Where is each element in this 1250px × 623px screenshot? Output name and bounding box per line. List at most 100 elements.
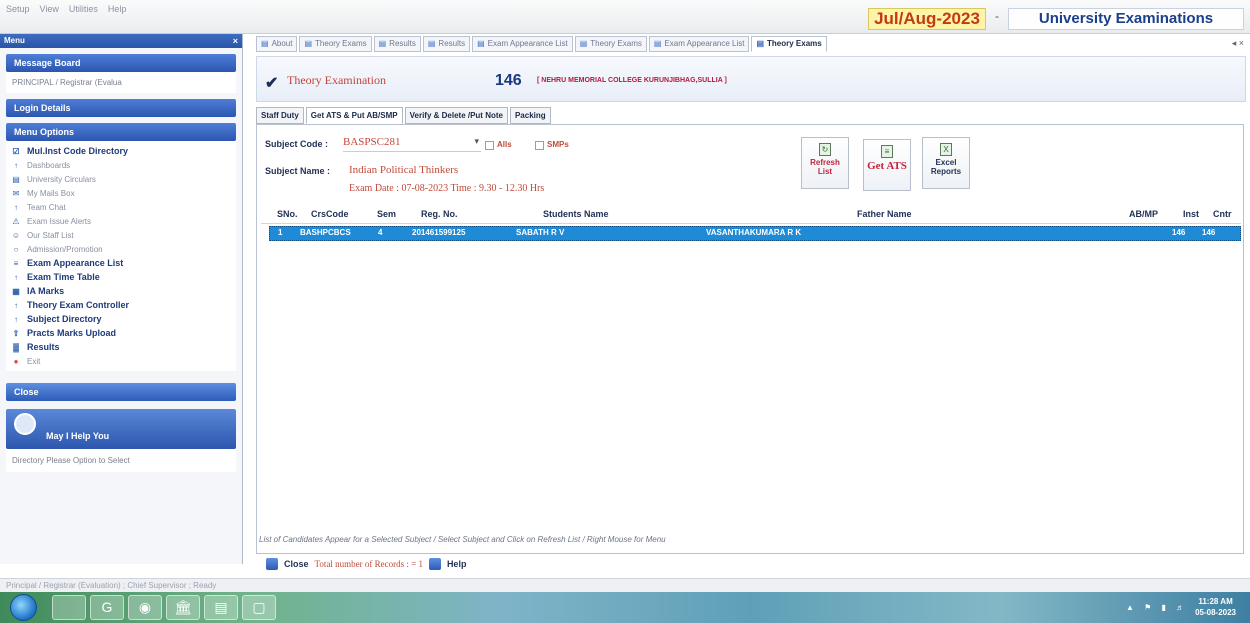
menu-option-item[interactable]: ↑ Exam Time Table (10, 270, 232, 284)
candidates-grid[interactable] (261, 223, 1241, 529)
table-cell: 201461599125 (412, 228, 466, 237)
tab-doc[interactable]: ▤ About (256, 36, 298, 52)
tab-doc[interactable]: ▤ Results (373, 36, 421, 52)
tab-doc[interactable]: ▤ Theory Exams (299, 36, 372, 52)
column-header[interactable]: Sem (377, 209, 396, 219)
menu-option-item[interactable]: ↑ Theory Exam Controller (10, 298, 232, 312)
column-header[interactable]: AB/MP (1129, 209, 1158, 219)
menu-option-label: Theory Exam Controller (27, 300, 130, 310)
refresh-list-button[interactable]: ↻ Refresh List (801, 137, 849, 189)
tab-form-icon: ▤ (261, 39, 269, 48)
menu-option-label: Dashboards (27, 160, 71, 170)
title-bar: Setup View Utilities Help Jul/Aug-2023 -… (0, 0, 1250, 34)
chart-icon: ▓ (13, 342, 19, 352)
tab-doc[interactable]: ▤ Exam Appearance List (648, 36, 750, 52)
column-header[interactable]: SNo. (277, 209, 298, 219)
help-banner[interactable]: May I Help You (6, 409, 236, 449)
menu-options-header[interactable]: Menu Options (6, 123, 236, 141)
tab-sub[interactable]: Staff Duty (256, 107, 304, 124)
excel-icon: X (940, 143, 952, 156)
menu-option-item[interactable]: ▓ Results (10, 340, 232, 354)
menu-option-label: Admission/Promotion (27, 244, 103, 254)
login-details-header[interactable]: Login Details (6, 99, 236, 117)
menu-option-item[interactable]: ⇧ Practs Marks Upload (10, 326, 232, 340)
menu-help[interactable]: Help (108, 4, 127, 14)
tray-icons[interactable]: ▲ ⚑ ▮ ♬ (1126, 603, 1188, 612)
tab-doc[interactable]: ▤ Results (422, 36, 471, 52)
menu-option-label: Exit (27, 356, 41, 366)
menu-option-item[interactable]: ▤ University Circulars (10, 172, 232, 186)
tab-form-icon: ▤ (378, 39, 387, 48)
menu-option-item[interactable]: ✉ My Mails Box (10, 186, 232, 200)
menu-utilities[interactable]: Utilities (69, 4, 98, 14)
document-icon: ≡ (881, 145, 893, 158)
menu-option-label: University Circulars (27, 174, 96, 184)
tab-label: Exam Appearance List (664, 39, 745, 48)
get-ats-button[interactable]: ≡ Get ATS (863, 139, 911, 191)
taskbar-app-icon[interactable]: ▤ (204, 595, 238, 620)
tab-form-icon: ▤ (477, 39, 485, 48)
menu-view[interactable]: View (40, 4, 59, 14)
tab-form-icon: ▤ (653, 39, 662, 48)
chevron-down-icon: ▾ (474, 136, 479, 146)
alls-checkbox[interactable] (485, 141, 494, 150)
panel-close-icon[interactable]: × (233, 34, 238, 48)
help-icon[interactable] (428, 558, 441, 570)
menu-option-item[interactable]: ● Exit (10, 354, 232, 368)
menu-bar: Setup View Utilities Help (6, 4, 126, 14)
tab-doc[interactable]: ▤ Theory Exams (574, 36, 647, 52)
start-button[interactable] (10, 594, 37, 621)
document-tabs: ▤ About ▤ Theory Exams ▤ Results ▤ Results ▤ Exam… (256, 36, 1246, 52)
table-cell: BASHPCBCS (300, 228, 351, 237)
menu-option-label: Results (27, 342, 60, 352)
session-dropdown[interactable]: - (990, 9, 1004, 27)
message-board-header[interactable]: Message Board (6, 54, 236, 72)
table-row[interactable]: 1 BASHPCBCS 4 201461599125 SABATH R V VASANTH… (269, 226, 1241, 241)
tab-scroll-icon[interactable]: ◂ × (1232, 38, 1244, 49)
column-header[interactable]: Cntr (1213, 209, 1232, 219)
menu-setup[interactable]: Setup (6, 4, 30, 14)
taskbar-university-icon[interactable]: 🏛 (166, 595, 200, 620)
menu-option-item[interactable]: ☑ Mul.Inst Code Directory (10, 144, 232, 158)
column-header[interactable]: Inst (1183, 209, 1199, 219)
clock[interactable]: 11:28 AM 05-08-2023 (1195, 596, 1236, 618)
tab-doc[interactable]: ▤ Theory Exams (751, 36, 827, 52)
subject-code-label: Subject Code : (265, 139, 329, 149)
criteria-area: Subject Code : BASPSC281 ▾ Alls SMPs Sub… (257, 125, 1245, 203)
column-header[interactable]: CrsCode (311, 209, 349, 219)
column-header[interactable]: Students Name (543, 209, 609, 219)
close-icon[interactable] (266, 558, 278, 570)
menu-option-label: IA Marks (27, 286, 65, 296)
menu-option-item[interactable]: ↑ Team Chat (10, 200, 232, 214)
app-window: Setup View Utilities Help Jul/Aug-2023 -… (0, 0, 1250, 623)
column-header[interactable]: Reg. No. (421, 209, 458, 219)
taskbar-browser-icon[interactable]: ◉ (128, 595, 162, 620)
subject-code-select[interactable]: BASPSC281 ▾ (343, 136, 481, 152)
taskbar-chrome-icon[interactable]: G (90, 595, 124, 620)
smps-checkbox[interactable] (535, 141, 544, 150)
menu-option-item[interactable]: ≡ Exam Appearance List (10, 256, 232, 270)
menu-option-item[interactable]: ⚠ Exam Issue Alerts (10, 214, 232, 228)
close-menu-button[interactable]: Close (6, 383, 236, 401)
menu-option-item[interactable]: ↑ Dashboards (10, 158, 232, 172)
tab-sub[interactable]: Packing (509, 107, 551, 124)
session-display: Jul/Aug-2023 (868, 8, 986, 30)
close-button[interactable]: Close (284, 559, 309, 569)
excel-reports-button[interactable]: X Excel Reports (922, 137, 970, 189)
tab-sub[interactable]: Verify & Delete /Put Note (404, 107, 508, 124)
upload-icon: ⇧ (12, 328, 20, 338)
menu-option-item[interactable]: ▦ IA Marks (10, 284, 232, 298)
tab-doc[interactable]: ▤ Exam Appearance List (472, 36, 573, 52)
help-avatar-icon (14, 413, 36, 435)
menu-option-item[interactable]: ↑ Subject Directory (10, 312, 232, 326)
tab-form-icon: ▤ (304, 39, 313, 48)
column-header[interactable]: Father Name (857, 209, 912, 219)
help-button[interactable]: Help (447, 559, 467, 569)
taskbar-window-icon[interactable]: ▢ (242, 595, 276, 620)
taskbar-explorer-icon[interactable] (52, 595, 86, 620)
menu-option-item[interactable]: ☺ Our Staff List (10, 228, 232, 242)
menu-option-item[interactable]: ○ Admission/Promotion (10, 242, 232, 256)
pin-icon: ↑ (14, 160, 18, 170)
tab-sub[interactable]: Get ATS & Put AB/SMP (305, 107, 403, 124)
status-bar: Principal / Registrar (Evaluation) ; Chi… (0, 578, 1250, 592)
